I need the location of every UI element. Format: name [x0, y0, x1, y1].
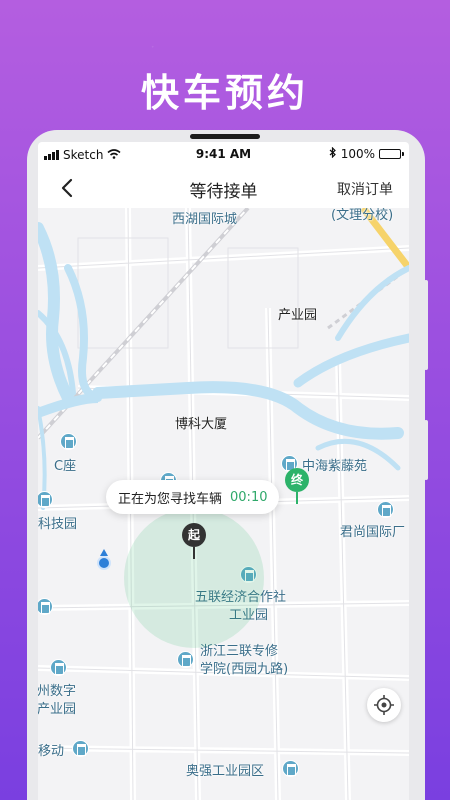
watermark-text: · [145, 40, 159, 55]
map-label: 学院(西园九路) [200, 662, 289, 677]
building-icon [50, 659, 67, 676]
map-label: 奥强工业园区 [186, 764, 265, 779]
phone-side-button [424, 280, 428, 370]
cancel-order-button[interactable]: 取消订单 [337, 179, 393, 199]
phone-speaker [190, 134, 260, 139]
map-label: 移动 [38, 744, 65, 759]
end-pin-stem [296, 492, 298, 504]
building-icon [72, 740, 89, 757]
end-pin: 终 [285, 468, 309, 492]
map-view[interactable]: 西湖国际城 (文理分校) 产业园 博科大厦 C座 中海紫藤苑 科技园 君尚国际厂… [38, 208, 409, 800]
searching-text: 正在为您寻找车辆 [118, 491, 223, 507]
building-icon [377, 501, 394, 518]
map-label: 产业园 [278, 308, 318, 323]
map-label: 西湖国际城 [172, 212, 238, 227]
battery-percent: 100% [340, 147, 375, 161]
building-icon [60, 433, 77, 450]
status-right: 100% [329, 146, 404, 161]
map-label: 科技园 [38, 517, 78, 532]
map-label: 君尚国际厂 [340, 525, 406, 540]
phone-side-button [424, 420, 428, 480]
user-heading-icon [100, 549, 108, 556]
promo-title: 快车预约 [140, 71, 309, 115]
searching-tooltip: 正在为您寻找车辆 00:10 [106, 480, 280, 514]
school-icon [177, 651, 194, 668]
wait-timer: 00:10 [230, 489, 268, 505]
user-location-icon [97, 556, 111, 570]
map-label: 中海紫藤苑 [302, 459, 368, 474]
battery-icon [379, 149, 404, 159]
building-icon [282, 760, 299, 777]
app-screen: Sketch 9:41 AM 100% 等待接单 取消订单 西湖国际城 (文理分… [38, 142, 409, 800]
start-pin-stem [193, 547, 195, 559]
map-label: (文理分校) [331, 208, 394, 223]
map-label: C座 [54, 459, 77, 474]
map-label: 杭州数字 [38, 684, 77, 699]
start-pin: 起 [182, 523, 206, 547]
bluetooth-icon [329, 146, 337, 161]
status-bar: Sketch 9:41 AM 100% [38, 142, 409, 168]
map-label: 息产业园 [38, 702, 77, 717]
locate-button[interactable] [367, 688, 401, 722]
map-label: 博科大厦 [175, 417, 228, 432]
nav-bar: 等待接单 取消订单 [38, 168, 409, 208]
